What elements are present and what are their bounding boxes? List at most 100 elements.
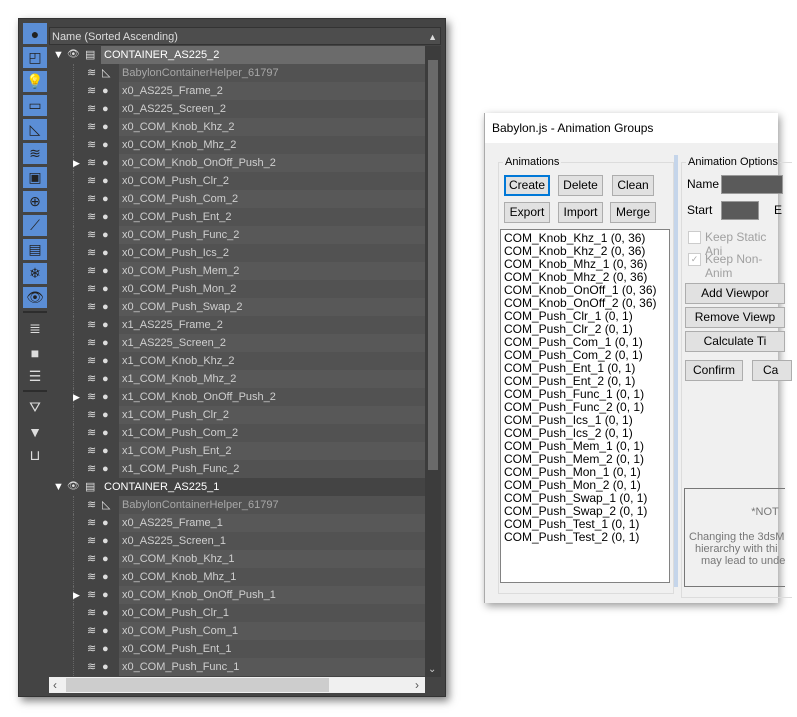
list-document-icon[interactable]: ☰ xyxy=(23,366,47,387)
add-viewport-button[interactable]: Add Viewpor xyxy=(685,283,785,304)
tree-row-label: x0_COM_Push_Com_1 xyxy=(119,622,425,640)
layers-icon: ≋ xyxy=(87,85,97,97)
note-line: hierarchy with thi xyxy=(695,543,778,555)
tree-row[interactable]: ≋ ● x1_COM_Push_Ent_2 xyxy=(49,442,425,460)
tree-row[interactable]: ≋ ● x0_COM_Push_Swap_2 xyxy=(49,298,425,316)
vertical-scrollbar[interactable]: ⌄ xyxy=(425,46,441,677)
scroll-right-icon[interactable]: › xyxy=(415,677,419,693)
tree-row[interactable]: ≋ ● x0_COM_Push_Func_1 xyxy=(49,658,425,676)
container-icon[interactable]: ▤ xyxy=(23,239,47,260)
expand-triangle-icon[interactable]: ▶ xyxy=(73,586,80,604)
expand-triangle-icon[interactable]: ▼ xyxy=(53,46,64,64)
snowflake-icon[interactable]: ❄ xyxy=(23,263,47,284)
tree-row[interactable]: ≋ ● x1_COM_Push_Func_2 xyxy=(49,460,425,478)
tree-row[interactable]: ≋ ● x0_COM_Knob_Mhz_2 xyxy=(49,136,425,154)
layers-icon: ≋ xyxy=(87,445,97,457)
name-input[interactable] xyxy=(721,175,783,194)
clean-button[interactable]: Clean xyxy=(612,175,654,196)
xref-icon[interactable]: ⊕ xyxy=(23,191,47,212)
tree-row[interactable]: ≋ ◺ BabylonContainerHelper_61797 xyxy=(49,496,425,514)
tree-row[interactable]: ≋ ● x0_COM_Push_Mon_2 xyxy=(49,280,425,298)
keep-static-checkbox[interactable] xyxy=(688,231,701,244)
scroll-left-icon[interactable]: ‹ xyxy=(53,677,57,693)
geometry-sphere-icon: ● xyxy=(102,571,109,583)
tree-row[interactable]: ≋ ● x0_COM_Push_Clr_1 xyxy=(49,604,425,622)
tree-row-container[interactable]: ▼ 👁 ▤ CONTAINER_AS225_2 xyxy=(49,46,425,64)
create-button[interactable]: Create xyxy=(504,175,550,196)
tree-row[interactable]: ≋ ● x0_COM_Push_Func_2 xyxy=(49,226,425,244)
tree-row-label: x0_COM_Push_Ics_2 xyxy=(119,244,425,262)
bone-icon[interactable]: ⟋ xyxy=(23,215,47,236)
remove-viewport-button[interactable]: Remove Viewp xyxy=(685,307,785,328)
scrollbar-thumb[interactable] xyxy=(66,678,329,692)
group-icon[interactable]: ▣ xyxy=(23,167,47,188)
tree-row-label: x1_COM_Knob_Khz_2 xyxy=(119,352,425,370)
geometry-sphere-icon: ● xyxy=(102,301,109,313)
camera-icon[interactable]: ▭ xyxy=(23,95,47,116)
layers-icon: ≋ xyxy=(87,391,97,403)
tree-row[interactable]: ≋ ● x1_AS225_Screen_2 xyxy=(49,334,425,352)
tree-row[interactable]: ≋ ● x0_AS225_Frame_2 xyxy=(49,82,425,100)
tree-row[interactable]: ≋ ● x0_AS225_Frame_1 xyxy=(49,514,425,532)
tree-row[interactable]: ≋ ◺ BabylonContainerHelper_61797 xyxy=(49,64,425,82)
animations-list[interactable]: COM_Knob_Khz_1 (0, 36) COM_Knob_Khz_2 (0,… xyxy=(500,229,670,583)
tree-row[interactable]: ≋ ● x0_COM_Knob_Khz_1 xyxy=(49,550,425,568)
tree-row[interactable]: ≋ ● x0_AS225_Screen_2 xyxy=(49,100,425,118)
geometry-sphere-icon: ● xyxy=(102,589,109,601)
eye-icon[interactable]: 👁 xyxy=(67,46,80,64)
tree-row[interactable]: ≋ ● x0_COM_Push_Ent_2 xyxy=(49,208,425,226)
tree-row[interactable]: ▶ ≋ ● x0_COM_Knob_OnOff_Push_2 xyxy=(49,154,425,172)
layer-icon[interactable]: ⊔ xyxy=(23,445,47,466)
tree-row[interactable]: ≋ ● x1_COM_Knob_Khz_2 xyxy=(49,352,425,370)
keep-non-anim-checkbox[interactable]: ✓ xyxy=(688,253,701,266)
expand-triangle-icon[interactable]: ▶ xyxy=(73,388,80,406)
calculate-button[interactable]: Calculate Ti xyxy=(685,331,785,352)
scrollbar-thumb[interactable] xyxy=(428,60,438,470)
tree-row[interactable]: ≋ ● x0_COM_Push_Mem_2 xyxy=(49,262,425,280)
tree-row[interactable]: ≋ ● x1_COM_Knob_Mhz_2 xyxy=(49,370,425,388)
tree-row[interactable]: ≋ ● x0_COM_Push_Com_1 xyxy=(49,622,425,640)
tree-row[interactable]: ≋ ● x0_COM_Knob_Mhz_1 xyxy=(49,568,425,586)
expand-triangle-icon[interactable]: ▶ xyxy=(73,154,80,172)
square-icon[interactable]: ■ xyxy=(23,342,47,363)
tree-row[interactable]: ▶ ≋ ● x1_COM_Knob_OnOff_Push_2 xyxy=(49,388,425,406)
document-icon[interactable]: ≣ xyxy=(23,318,47,339)
merge-button[interactable]: Merge xyxy=(610,202,656,223)
export-button[interactable]: Export xyxy=(504,202,550,223)
filter-icon[interactable]: ▼ xyxy=(23,421,47,442)
tree-row[interactable]: ≋ ● x0_COM_Knob_Khz_2 xyxy=(49,118,425,136)
expand-triangle-icon[interactable]: ▼ xyxy=(53,478,64,496)
tree-row[interactable]: ≋ ● x0_COM_Push_Clr_2 xyxy=(49,172,425,190)
geometry-sphere-icon: ● xyxy=(102,391,109,403)
confirm-button[interactable]: Confirm xyxy=(685,360,743,381)
horizontal-scrollbar[interactable]: ‹ › xyxy=(49,677,425,693)
tree-line xyxy=(73,136,74,154)
eye-icon[interactable]: 👁 xyxy=(67,478,80,496)
shapes-icon[interactable]: ◰ xyxy=(23,47,47,68)
cancel-button[interactable]: Ca xyxy=(752,360,792,381)
set-square-icon[interactable]: ◺ xyxy=(23,119,47,140)
tree-row[interactable]: ≋ ● x1_AS225_Frame_2 xyxy=(49,316,425,334)
geometry-sphere-icon: ● xyxy=(102,553,109,565)
tree-line xyxy=(73,100,74,118)
delete-button[interactable]: Delete xyxy=(558,175,603,196)
tree-row[interactable]: ≋ ● x0_COM_Push_Com_2 xyxy=(49,190,425,208)
space-warp-icon[interactable]: ≋ xyxy=(23,143,47,164)
eye-icon[interactable]: 👁 xyxy=(23,287,47,308)
tree-row[interactable]: ≋ ● x0_AS225_Screen_1 xyxy=(49,532,425,550)
circle-icon[interactable]: ● xyxy=(23,23,47,44)
tree-row-container[interactable]: ▼ 👁 ▤ CONTAINER_AS225_1 xyxy=(49,478,425,496)
tree-row[interactable]: ≋ ● x1_COM_Push_Com_2 xyxy=(49,424,425,442)
animation-list-item[interactable]: COM_Push_Test_2 (0, 1) xyxy=(504,531,666,544)
tree-row[interactable]: ≋ ● x0_COM_Push_Ics_2 xyxy=(49,244,425,262)
panel-splitter[interactable] xyxy=(674,155,678,587)
tree-row[interactable]: ≋ ● x0_COM_Push_Ent_1 xyxy=(49,640,425,658)
scroll-down-icon[interactable]: ⌄ xyxy=(428,664,436,675)
tree-row[interactable]: ▶ ≋ ● x0_COM_Knob_OnOff_Push_1 xyxy=(49,586,425,604)
import-button[interactable]: Import xyxy=(558,202,603,223)
start-input[interactable] xyxy=(721,201,759,220)
filter-gear-icon[interactable]: ⛛ xyxy=(23,397,47,418)
lightbulb-icon[interactable]: 💡 xyxy=(23,71,47,92)
tree-row[interactable]: ≋ ● x1_COM_Push_Clr_2 xyxy=(49,406,425,424)
name-column-header[interactable]: Name (Sorted Ascending) ▲ xyxy=(49,27,441,45)
